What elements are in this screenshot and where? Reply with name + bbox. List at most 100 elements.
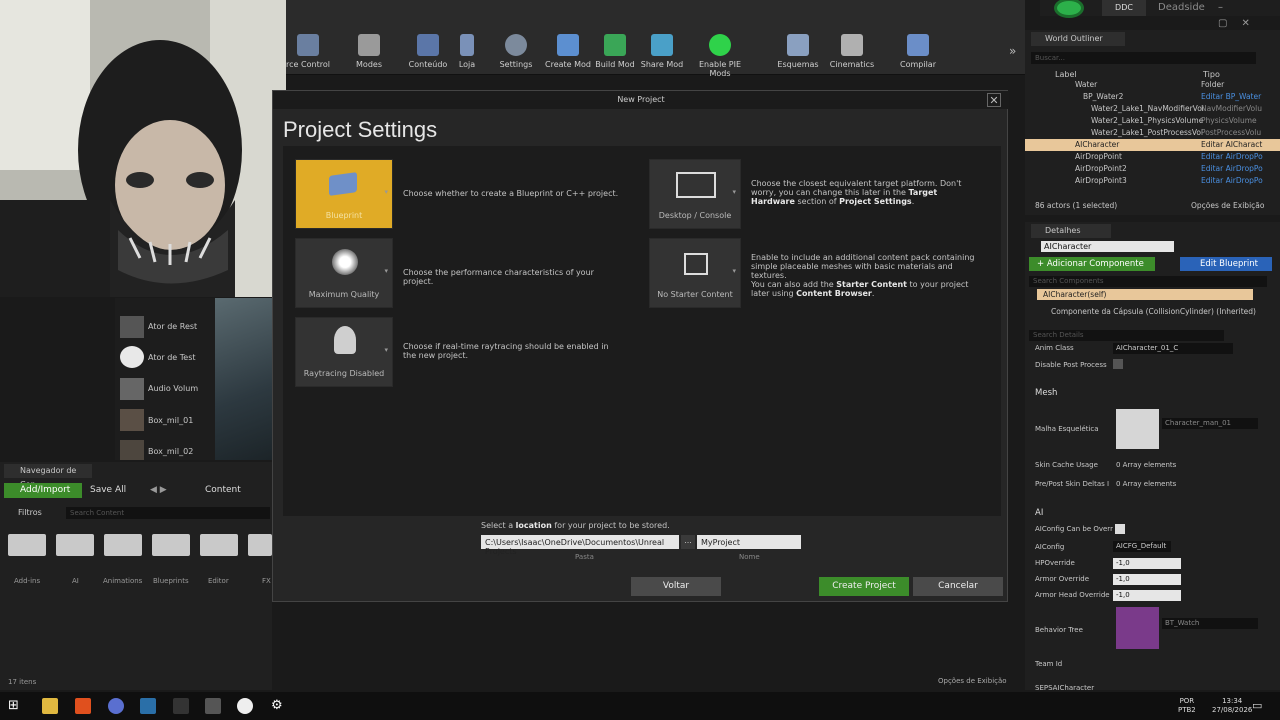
content-browser-tab[interactable]: Navegador de Con <box>4 464 92 489</box>
compile-button[interactable]: Compilar <box>892 34 944 69</box>
quality-card[interactable]: ▾ Maximum Quality <box>295 238 393 308</box>
windows-start-icon[interactable]: ⊞ <box>8 698 24 714</box>
project-name-input[interactable]: MyProject <box>697 535 801 549</box>
toolbar-overflow-button[interactable]: » <box>1009 44 1016 58</box>
search-content-input[interactable]: Search Content <box>66 507 270 519</box>
folder-icon[interactable] <box>8 534 46 556</box>
edit-blueprint-button[interactable]: Edit Blueprint <box>1180 257 1272 271</box>
history-arrows[interactable]: ◀ ▶ <box>150 483 167 498</box>
brave-browser-icon[interactable] <box>75 698 91 714</box>
share-mod-button[interactable]: Share Mod <box>636 34 688 69</box>
cancel-button[interactable]: Cancelar <box>913 577 1003 596</box>
create-project-button[interactable]: Create Project <box>819 577 909 596</box>
settings-gear-icon[interactable]: ⚙ <box>271 698 287 714</box>
behavior-tree-select[interactable]: BT_Watch <box>1162 618 1258 629</box>
unreal-engine-icon[interactable] <box>237 698 253 714</box>
outliner-row[interactable]: AirDropPoint2 Editar AirDropPo <box>1025 163 1280 175</box>
notification-icon[interactable]: ▭ <box>1252 698 1268 714</box>
file-explorer-icon[interactable] <box>42 698 58 714</box>
modes-button[interactable]: Modes <box>343 34 395 69</box>
browse-folder-button[interactable]: ... <box>681 535 695 549</box>
outliner-row[interactable]: Water2_Lake1_PhysicsVolume PhysicsVolume <box>1025 115 1280 127</box>
outliner-row[interactable]: AirDropPoint Editar AirDropPo <box>1025 151 1280 163</box>
outliner-row-selected[interactable]: AICharacter Editar AICharact <box>1025 139 1280 151</box>
blueprints-button[interactable]: Esquemas <box>772 34 824 69</box>
place-actor-item[interactable]: Ator de Rest <box>148 322 197 331</box>
blueprint-card[interactable]: ▾ Blueprint <box>295 159 393 229</box>
skeletal-mesh-select[interactable]: Character_man_01 <box>1162 418 1258 429</box>
folder-icon[interactable] <box>200 534 238 556</box>
outliner-row[interactable]: AirDropPoint3 Editar AirDropPo <box>1025 175 1280 187</box>
disable-post-checkbox[interactable] <box>1113 359 1123 369</box>
aiconfig-override-checkbox[interactable] <box>1115 524 1125 534</box>
self-component[interactable]: AICharacter(self) <box>1037 289 1253 300</box>
outliner-view-options[interactable]: Opções de Exibição <box>1191 201 1264 210</box>
settings-button[interactable]: Settings <box>490 34 542 69</box>
platform-card[interactable]: ▾ Desktop / Console <box>649 159 741 229</box>
filters-button[interactable]: Filtros <box>18 508 42 517</box>
source-control-button[interactable]: rce Control <box>282 34 334 69</box>
capsule-component[interactable]: Componente da Cápsula (CollisionCylinder… <box>1051 307 1256 316</box>
place-actor-item[interactable]: Box_mil_02 <box>148 447 193 456</box>
actor-name-input[interactable]: AICharacter <box>1041 241 1174 252</box>
outliner-row[interactable]: Water2_Lake1_PostProcessVol PostProcessVo… <box>1025 127 1280 139</box>
armor-override-input[interactable]: -1,0 <box>1113 574 1181 585</box>
steam-icon[interactable] <box>140 698 156 714</box>
raytracing-card[interactable]: ▾ Raytracing Disabled <box>295 317 393 387</box>
system-clock[interactable]: 13:34 27/08/2026 <box>1212 697 1252 715</box>
project-folder-input[interactable]: C:\Users\Isaac\OneDrive\Documentos\Unrea… <box>481 535 679 556</box>
path-breadcrumb[interactable]: Content <box>205 483 241 498</box>
quality-icon <box>332 249 358 275</box>
level-viewport[interactable] <box>215 298 272 460</box>
place-actor-item[interactable]: Ator de Test <box>148 353 196 362</box>
folder-icon[interactable] <box>152 534 190 556</box>
place-actor-item[interactable]: Audio Volum <box>148 384 198 393</box>
add-import-button[interactable]: Add/Import <box>4 483 82 498</box>
cinematics-button[interactable]: Cinematics <box>826 34 878 69</box>
epic-games-icon[interactable] <box>173 698 189 714</box>
hp-override-input[interactable]: -1,0 <box>1113 558 1181 569</box>
enable-pie-mods-button[interactable]: Enable PIE Mods <box>688 34 752 78</box>
save-all-button[interactable]: Save All <box>90 483 126 498</box>
folder-icon[interactable] <box>104 534 142 556</box>
column-label-header[interactable]: Label <box>1055 70 1077 79</box>
create-mod-button[interactable]: Create Mod <box>542 34 594 69</box>
behavior-tree-thumbnail[interactable] <box>1116 607 1159 649</box>
ddc-badge[interactable]: DDC <box>1102 0 1146 16</box>
outliner-row[interactable]: Water Folder <box>1025 79 1280 91</box>
empty-box-icon <box>684 253 708 275</box>
skin-cache-value: 0 Array elements <box>1116 461 1177 469</box>
close-icon[interactable]: ✕ <box>987 93 1001 107</box>
back-button[interactable]: Voltar <box>631 577 721 596</box>
live-coding-icon[interactable] <box>1054 0 1084 18</box>
details-tab[interactable]: Detalhes <box>1031 224 1111 238</box>
build-mod-button[interactable]: Build Mod <box>589 34 641 69</box>
armor-head-input[interactable]: -1,0 <box>1113 590 1181 601</box>
search-details-input[interactable]: Search Details <box>1029 330 1224 341</box>
outliner-row[interactable]: BP_Water2 Editar BP_Water <box>1025 91 1280 103</box>
outliner-search-input[interactable]: Buscar... <box>1031 52 1256 64</box>
outliner-row[interactable]: Water2_Lake1_NavModifierVol NavModifierVo… <box>1025 103 1280 115</box>
view-options-button[interactable]: Opções de Exibição <box>938 677 1007 685</box>
mesh-thumbnail[interactable] <box>1116 409 1159 449</box>
details-panel: Detalhes AICharacter + Adicionar Compone… <box>1025 222 1280 692</box>
ai-section-header[interactable]: AI <box>1035 508 1043 518</box>
place-actor-item[interactable]: Box_mil_01 <box>148 416 193 425</box>
anim-class-select[interactable]: AICharacter_01_C <box>1113 343 1233 354</box>
mesh-section-header[interactable]: Mesh <box>1035 388 1057 398</box>
marketplace-button[interactable]: Loja <box>441 34 493 69</box>
anim-class-label: Anim Class <box>1035 344 1074 352</box>
terminal-icon[interactable] <box>205 698 221 714</box>
window-controls[interactable]: –▢✕ <box>1218 0 1280 29</box>
starter-content-card[interactable]: ▾ No Starter Content <box>649 238 741 308</box>
input-language[interactable]: POR PTB2 <box>1178 697 1196 715</box>
chrome-icon[interactable] <box>108 698 124 714</box>
world-outliner-tab[interactable]: World Outliner <box>1031 32 1125 46</box>
title-bar: DDC Deadside –▢✕ <box>1040 0 1280 29</box>
column-type-header[interactable]: Tipo <box>1203 70 1220 79</box>
add-component-button[interactable]: + Adicionar Componente <box>1029 257 1155 271</box>
aiconfig-select[interactable]: AICFG_Default <box>1113 541 1171 552</box>
folder-icon[interactable] <box>248 534 272 556</box>
search-components-input[interactable]: Search Components <box>1029 276 1267 287</box>
folder-icon[interactable] <box>56 534 94 556</box>
